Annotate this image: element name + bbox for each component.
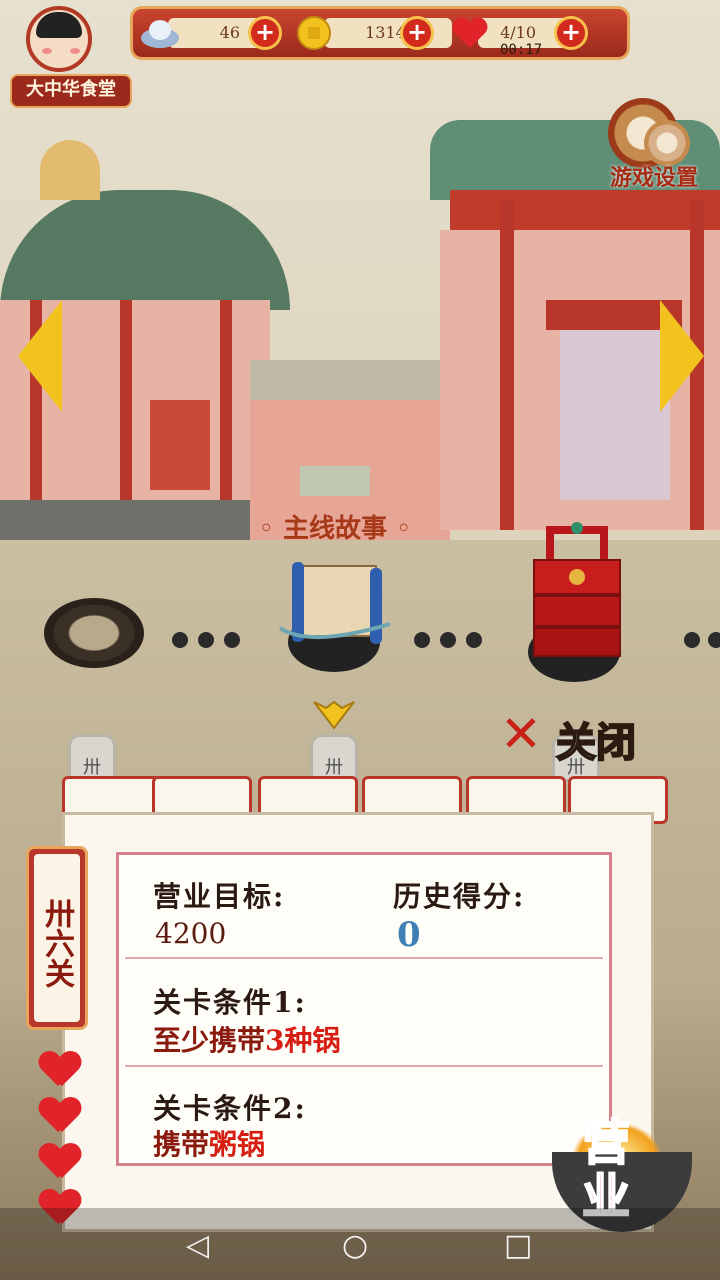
level-name-badge: 卅六关 (26, 846, 88, 1030)
main-story-label: ◦ 主线故事 ◦ (258, 514, 412, 544)
path-dot (224, 632, 240, 648)
business-target-label: 营业目标: (153, 880, 286, 913)
path-dot (684, 632, 700, 648)
close-label: 关闭 (555, 718, 637, 767)
heart-icon (452, 17, 488, 48)
back-icon[interactable]: ◁ (186, 1228, 209, 1263)
heart-refill-timer: 00:17 (500, 42, 543, 58)
condition-1-prefix: 至少携带 (153, 1024, 266, 1057)
system-nav-bar: ◁ ○ □ (0, 1208, 720, 1280)
level-tab-marker[interactable]: 卅 (68, 734, 116, 782)
condition-2-text: 携带粥锅 (153, 1123, 265, 1163)
path-dot (708, 632, 720, 648)
close-button[interactable]: ✕ 关闭 (500, 705, 670, 767)
condition-2-prefix: 携带 (153, 1128, 210, 1161)
game-settings-button[interactable]: 游戏设置 (598, 98, 710, 198)
path-dot (414, 632, 430, 648)
home-icon[interactable]: ○ (342, 1228, 368, 1263)
condition-1-label: 关卡条件1: (153, 986, 307, 1019)
story-scroll-icon[interactable] (270, 558, 400, 654)
settings-label: 游戏设置 (609, 165, 698, 191)
path-dot (466, 632, 482, 648)
shop-name-label: 大中华食堂 (10, 74, 132, 108)
empty-level-node[interactable] (44, 598, 144, 668)
recent-apps-icon[interactable]: □ (504, 1228, 532, 1263)
business-target-value: 4200 (155, 917, 227, 950)
top-hud: 大中华食堂 46 + 13142 + 4/10 + 00:17 (0, 0, 720, 108)
path-dot (172, 632, 188, 648)
condition-1-highlight: 3种锅 (265, 1024, 341, 1057)
silver-counter: 46 + (140, 16, 290, 50)
close-icon: ✕ (500, 705, 542, 763)
level-requirements-box: 营业目标: 4200 历史得分: 0 关卡条件1: 至少携带3种锅 关卡条件2:… (116, 852, 612, 1166)
add-coins-button[interactable]: + (400, 16, 434, 50)
silver-ingot-icon (141, 20, 179, 48)
condition-2-label: 关卡条件2: (153, 1092, 307, 1125)
history-score-label: 历史得分: (393, 880, 526, 913)
food-box-icon[interactable] (528, 520, 626, 670)
gold-coin-icon (297, 16, 331, 50)
player-avatar[interactable] (26, 6, 92, 72)
condition-1-text: 至少携带3种锅 (153, 1019, 341, 1059)
level-tab-marker-current[interactable]: 卅 (310, 734, 358, 782)
path-dot (198, 632, 214, 648)
previous-page-arrow-icon[interactable] (18, 300, 62, 412)
add-hearts-button[interactable]: + (554, 16, 588, 50)
next-page-arrow-icon[interactable] (660, 300, 704, 412)
condition-2-highlight: 粥锅 (209, 1128, 266, 1161)
divider (125, 957, 603, 959)
add-silver-button[interactable]: + (248, 16, 282, 50)
level-name: 卅六关 (34, 854, 80, 1022)
current-level-marker-icon (313, 700, 355, 730)
heart-icon (40, 1144, 80, 1180)
heart-icon (40, 1098, 80, 1134)
heart-icon (40, 1052, 80, 1088)
history-score-value: 0 (397, 915, 421, 955)
divider (125, 1065, 603, 1067)
path-dot (440, 632, 456, 648)
coin-counter: 13142 + (296, 16, 466, 50)
